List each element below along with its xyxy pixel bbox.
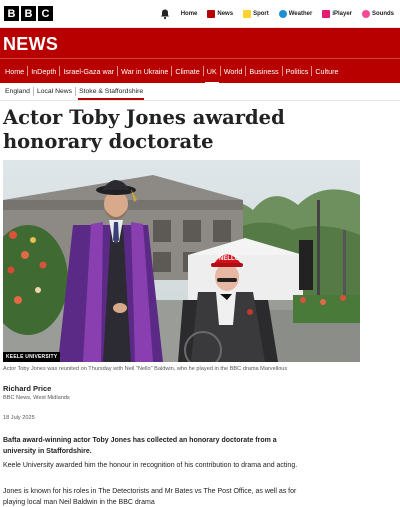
bbc-logo-letter: B	[4, 6, 19, 21]
nav-weather[interactable]: Weather	[278, 9, 313, 18]
article-paragraph: Jones is known for his roles in The Dete…	[3, 488, 297, 506]
bbc-logo[interactable]: B B C	[4, 6, 53, 21]
nav-home-label: Home	[180, 10, 198, 17]
bbc-logo-letter: C	[38, 6, 53, 21]
iplayer-icon	[322, 9, 331, 18]
section-nav-uk[interactable]: UK	[204, 67, 220, 84]
cap-text: NELLO	[219, 256, 240, 262]
section-nav-climate[interactable]: Climate	[172, 67, 202, 76]
bbc-logo-letter: B	[21, 6, 36, 21]
nav-iplayer[interactable]: iPlayer	[322, 9, 352, 18]
nav-sounds[interactable]: Sounds	[362, 9, 394, 18]
article-hero-image: NELLO KEELE UNIVERSITY	[3, 160, 360, 362]
author-name: Richard Price	[3, 384, 52, 393]
subnav-stoke-staffordshire[interactable]: Stoke & Staffordshire	[76, 88, 146, 100]
nav-iplayer-label: iPlayer	[332, 10, 352, 17]
section-nav-ukraine[interactable]: War in Ukraine	[118, 67, 171, 76]
section-nav-politics[interactable]: Politics	[283, 67, 312, 76]
author-role: BBC News, West Midlands	[3, 395, 70, 401]
nav-home[interactable]: Home	[181, 11, 198, 17]
nav-sounds-label: Sounds	[372, 10, 394, 17]
weather-icon	[278, 9, 287, 18]
news-icon	[207, 9, 216, 18]
nav-news-label: News	[217, 10, 234, 17]
section-nav-world[interactable]: World	[221, 67, 246, 76]
section-nav-home[interactable]: Home	[2, 67, 27, 76]
notifications-bell-icon[interactable]	[159, 8, 171, 20]
article-paragraph: Bafta award-winning actor Toby Jones has…	[3, 437, 277, 455]
news-section-nav: Home InDepth Israel-Gaza war War in Ukra…	[0, 58, 400, 84]
nav-sport-label: Sport	[253, 10, 269, 17]
nav-news[interactable]: News	[207, 9, 234, 18]
news-section-header: NEWS Home InDepth Israel-Gaza war War in…	[0, 28, 400, 84]
global-header: B B C Home News Sport Weather iPlayer So…	[0, 0, 400, 28]
article-headline: Actor Toby Jones awarded honorary doctor…	[3, 106, 285, 153]
sounds-icon	[362, 9, 370, 18]
global-nav: Home News Sport Weather iPlayer Sounds	[159, 8, 394, 20]
section-nav-indepth[interactable]: InDepth	[28, 67, 59, 76]
section-nav-business[interactable]: Business	[246, 67, 281, 76]
subnav-england[interactable]: England	[2, 88, 33, 95]
nav-weather-label: Weather	[288, 10, 313, 17]
publish-date: 18 July 2025	[3, 415, 35, 421]
image-caption: Actor Toby Jones was reunited on Thursda…	[3, 366, 288, 372]
regional-subnav: England Local News Stoke & Staffordshire	[0, 83, 400, 101]
nav-sport[interactable]: Sport	[243, 9, 269, 18]
sport-icon	[243, 9, 252, 18]
article-paragraph: Keele University awarded him the honour …	[3, 462, 298, 469]
section-nav-culture[interactable]: Culture	[312, 67, 341, 76]
section-nav-israel-gaza[interactable]: Israel-Gaza war	[60, 67, 117, 76]
news-wordmark[interactable]: NEWS	[3, 34, 58, 55]
image-credit: KEELE UNIVERSITY	[3, 352, 61, 362]
subnav-local-news[interactable]: Local News	[34, 88, 75, 95]
